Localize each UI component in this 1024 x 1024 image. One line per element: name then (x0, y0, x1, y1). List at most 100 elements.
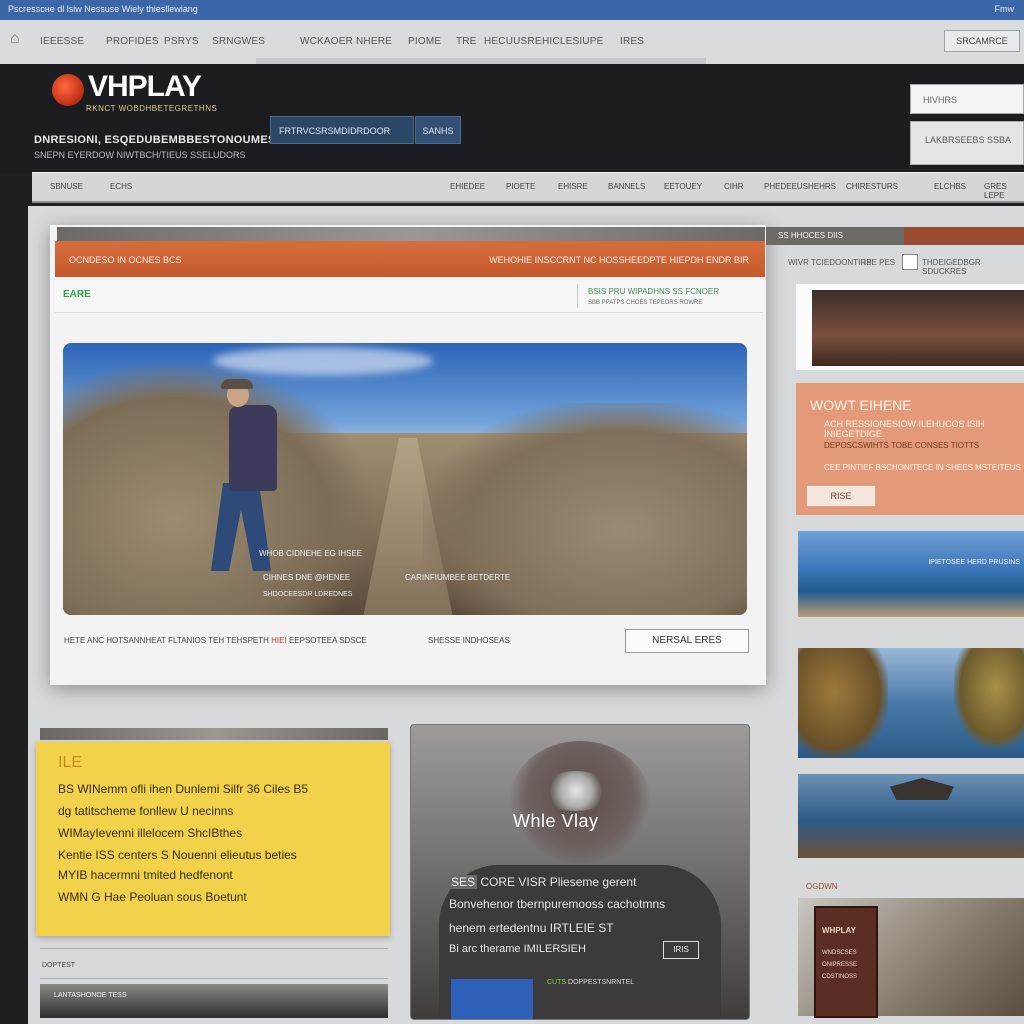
sidebar-image-sign[interactable]: WHPLAY WNDSCSES ONIPRESSE CDSTINOSS (798, 898, 1024, 1018)
sign-board: WHPLAY WNDSCSES ONIPRESSE CDSTINOSS (814, 906, 878, 1018)
article-subbar: EARE BSIS PRU WIPADHNS SS FCNOER SBB PPA… (55, 280, 763, 313)
sidebar-filter: WIVR TCIEDOONTIRS IPE PES THDEIGEDBGR SD… (786, 252, 1024, 276)
boat-shape (890, 778, 954, 800)
divider (40, 978, 388, 979)
toolbar-link[interactable]: PIOME (408, 36, 441, 47)
notice-line: WIMayIevenni illelocem ShcIBthes (58, 826, 243, 840)
bottom-thumbnail-caption: LANTASHONOE TESS (54, 992, 127, 999)
logo-subtitle: RKNCT WOBDHBETEGRETHNS (86, 104, 218, 113)
login-field[interactable]: HIVHRS (910, 84, 1024, 114)
section-label: DOPTEST (42, 962, 76, 969)
sidebar-image-coast[interactable]: IPIETOSEE HERD PRUSINS (798, 531, 1024, 617)
home-icon[interactable]: ⌂ (10, 30, 20, 48)
video-footer-thumb[interactable] (451, 979, 533, 1019)
video-text: CORE VISR Plieseme gerent (480, 875, 637, 889)
article-footer-tag[interactable]: HIEI (271, 636, 287, 645)
toolbar-link[interactable]: PSRYS (164, 36, 199, 47)
hero-caption: CIHNES DNE @HENEE (263, 573, 351, 582)
header-subtagline: SNEPN EYERDOW NIWTBCH/TIEUS SSELUDORS (34, 150, 246, 160)
divider (40, 948, 388, 949)
logo-icon[interactable] (52, 74, 84, 106)
nav-item[interactable]: SBNUSE (50, 182, 83, 191)
sidebar-section-label: OGDWN (806, 882, 838, 891)
notice-line: dg tatitscheme fonllew U necinns (58, 804, 234, 818)
hero-image[interactable]: WHOB CIDNEHE EG IHSEE CIHNES DNE @HENEE … (63, 343, 747, 615)
sidebar-filter-label: WIVR TCIEDOONTIRS (788, 258, 872, 267)
sign-text: WNDSCSES (822, 950, 857, 956)
tree-left (798, 648, 888, 758)
video-footer-tag: CUTS (547, 979, 567, 986)
toolbar-link[interactable]: TRE (456, 36, 477, 47)
nav-item[interactable]: PHEDEEUSHEHRS (764, 182, 836, 191)
article-footer-info: SHESSE INDHOSEAS (428, 636, 510, 645)
article-badge: EARE (63, 289, 91, 300)
article-meta-line: BSIS PRU WIPADHNS SS FCNOER (588, 287, 719, 296)
sidebar-title: SS HHOCES DIIS (778, 231, 843, 240)
video-card[interactable]: Whle Vlay SES CORE VISR Plieseme gerent … (410, 724, 750, 1020)
sidebar-filter-label: THDEIGEDBGR SDUCKRES (922, 258, 981, 276)
os-title-bar: Рscгesscнe dl lsiw Nessuse Wiely thiesll… (0, 0, 1024, 20)
tree-right (954, 648, 1024, 748)
video-text-line: Bi arc therame IMILERSIEH (449, 943, 586, 955)
site-logo[interactable]: VHPLAY (88, 70, 202, 104)
toolbar-link[interactable]: SRNGWES (212, 36, 265, 47)
promo-button[interactable]: RISE (806, 485, 876, 507)
video-logo-icon (541, 771, 611, 811)
nav-item[interactable]: ECHS (110, 182, 132, 191)
nav-item[interactable]: GRES LEPE (984, 182, 1024, 200)
video-text-line: SES CORE VISR Plieseme gerent (449, 875, 636, 889)
os-title-text: Рscгesscнe dl lsiw Nessuse Wiely thiesll… (8, 4, 198, 14)
os-status-text: Fmw (994, 4, 1015, 14)
nav-item[interactable]: CHIRESTURS (846, 182, 898, 191)
toolbar-link[interactable]: HECUUSRE (484, 36, 542, 47)
nav-item[interactable]: EETOUEY (664, 182, 702, 191)
toolbar-link[interactable]: WCKAOER (300, 36, 353, 47)
notice-line: WMN G Hae Peoluan sous Boetunt (58, 890, 247, 904)
hero-caption: SHDOCEESDR LDREDNES (263, 591, 353, 598)
nav-item[interactable]: PIOETE (506, 182, 535, 191)
nav-item[interactable]: EHISRE (558, 182, 588, 191)
filter-checkbox[interactable] (902, 254, 918, 270)
toolbar-button[interactable]: SRCAMRCE (944, 30, 1020, 52)
card-top-strip (57, 227, 765, 241)
main-nav: SBNUSE ECHS EHIEDEE PIOETE EHISRE BANNEL… (32, 172, 1024, 203)
toolbar-link[interactable]: NHERE (356, 36, 392, 47)
toolbar-link[interactable]: IRES (620, 36, 644, 47)
nav-item[interactable]: EHIEDEE (450, 182, 485, 191)
toolbar-link[interactable]: HICLESIUPE (542, 36, 603, 47)
nav-item[interactable]: ELCHBS (934, 182, 966, 191)
video-text-line: henem ertedentnu IRTLEIE ST (449, 921, 614, 935)
article-footer: HETE ANC HOTSANNHEAT FLTANIOS TEH TEHSPE… (64, 636, 367, 645)
video-tag: SES (449, 875, 478, 889)
video-button[interactable]: IRIS (663, 941, 699, 959)
bottom-thumbnail[interactable]: LANTASHONOE TESS (40, 984, 388, 1018)
nav-item[interactable]: CIHR (724, 182, 744, 191)
notice-kicker: ILE (58, 754, 83, 771)
article-category[interactable]: OCNDESO IN OCNES BCS (69, 255, 182, 265)
account-box[interactable]: LAKBRSEEBS SSBA (910, 121, 1024, 165)
video-footer-text: CUTS DOPPESTSNRNTEL (547, 979, 634, 986)
hero-person-cap (221, 379, 253, 389)
sidebar-image-lake[interactable] (798, 774, 1024, 858)
search-input[interactable]: FRTRVCSRSMDIDRDOOR (270, 116, 414, 144)
toolbar-link[interactable]: PROFIDES (106, 36, 159, 47)
yellow-notice-card[interactable]: ILE BS WINemm ofli ihen Dunlemi Silfr 36… (36, 742, 390, 936)
sidebar-header: SS HHOCES DIIS (766, 227, 1024, 245)
article-headline[interactable]: WEHOHIE INSCCRNT NC HOSSHEEDPTE HIEPDH E… (489, 255, 749, 265)
sidebar-image-river[interactable] (798, 648, 1024, 758)
read-more-button[interactable]: NERSAL ERES (625, 629, 749, 653)
notice-line: MYIB hacermni tmited hedfenont (58, 868, 233, 882)
search-button[interactable]: SANHS (415, 116, 461, 144)
sidebar-thumbnail[interactable] (796, 284, 1024, 370)
sidebar-filter-label: IPE PES (864, 258, 896, 267)
toolbar-link[interactable]: IEEESSE (40, 36, 84, 47)
nav-item[interactable]: BANNELS (608, 182, 645, 191)
notice-line: Kentie ISS centers S Nouenni elieutus be… (58, 848, 297, 862)
video-footer-label: DOPPESTSNRNTEL (568, 979, 635, 986)
sidebar-thumbnail-image (812, 290, 1024, 366)
promo-text: CEE PINTIEF BSCHONITECE IN SHEES MSTEITE… (824, 463, 1021, 472)
hero-brush-right (423, 403, 747, 615)
promo-text: DEPOSCSWIHTS TOBE CONSES TIOTTS (824, 441, 980, 450)
sidebar-accent (904, 227, 1024, 245)
header-tagline: DNRESIONI, ESQEDUBEMBBESTONOUMES (34, 134, 276, 146)
